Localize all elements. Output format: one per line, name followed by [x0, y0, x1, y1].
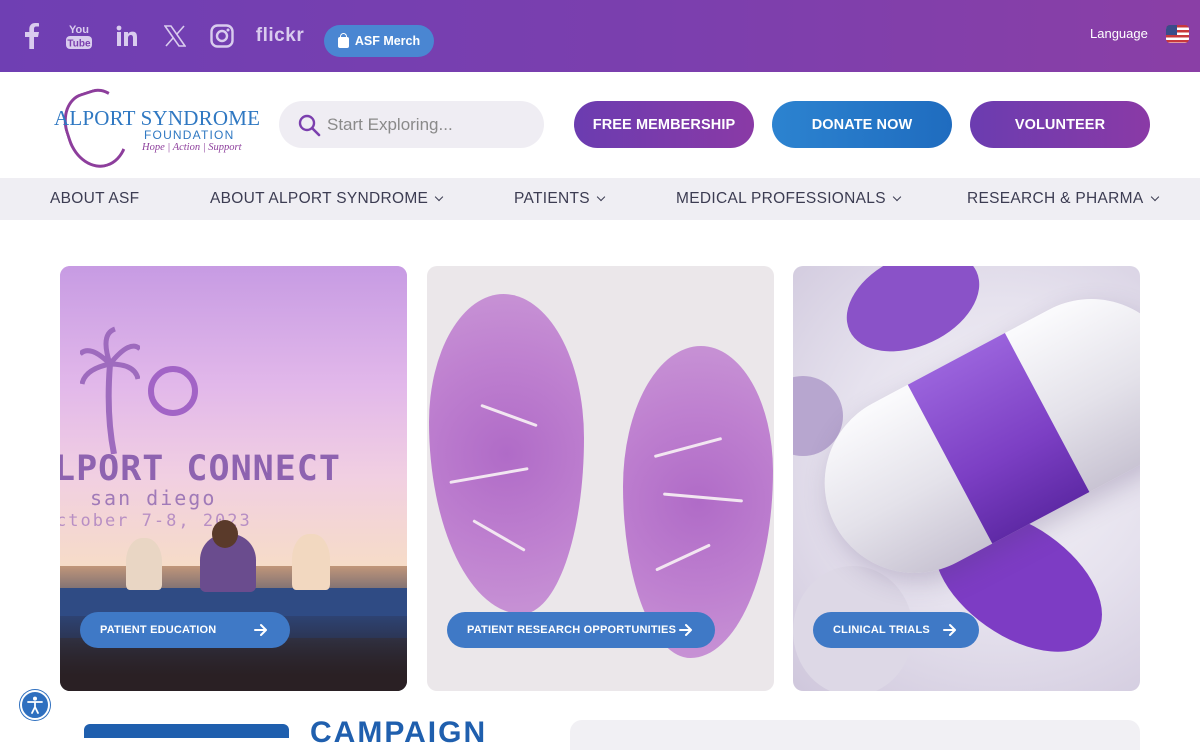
search-box[interactable]: [279, 101, 544, 148]
tissue-vein: [472, 519, 526, 552]
logo-letters-partial: [84, 724, 289, 738]
event-banner-title: LPORT CONNECT: [60, 449, 341, 489]
tissue-vein: [663, 492, 743, 503]
us-flag-icon[interactable]: [1166, 25, 1189, 43]
clinical-trials-button[interactable]: CLINICAL TRIALS: [813, 612, 979, 648]
logo-tagline: Hope | Action | Support: [142, 142, 242, 153]
event-banner-subtitle: san diego: [90, 486, 217, 510]
clinical-trials-label: CLINICAL TRIALS: [833, 624, 930, 636]
asf-logo[interactable]: ALPORT SYNDROME FOUNDATION Hope | Action…: [52, 82, 262, 176]
accessibility-icon: [27, 696, 43, 714]
sun-graphic: [148, 366, 198, 416]
logo-line2: FOUNDATION: [144, 128, 235, 142]
shopping-bag-icon: [337, 32, 349, 48]
tissue-vein: [655, 543, 711, 572]
nav-item-patients[interactable]: PATIENTS: [514, 178, 606, 220]
campaign-panel: [570, 720, 1140, 750]
flickr-link[interactable]: flickr: [256, 18, 304, 54]
accessibility-button[interactable]: [20, 690, 50, 720]
svg-text:Tube: Tube: [67, 39, 91, 50]
language-selector[interactable]: Language: [1090, 26, 1148, 41]
card-patient-education[interactable]: LPORT CONNECT san diego ctober 7-8, 2023…: [60, 266, 407, 691]
capsule-band: [907, 333, 1090, 544]
palm-tree-graphic: [80, 326, 140, 454]
nav-item-research-pharma[interactable]: RESEARCH & PHARMA: [967, 178, 1159, 220]
asf-merch-button[interactable]: ASF Merch: [324, 25, 434, 57]
arrow-right-icon: [254, 624, 267, 636]
patient-education-label: PATIENT EDUCATION: [100, 624, 217, 636]
asf-merch-label: ASF Merch: [354, 34, 421, 48]
nav-item-medical-professionals[interactable]: MEDICAL PROFESSIONALS: [676, 178, 902, 220]
nav-item-about-alport-syndrome[interactable]: ABOUT ALPORT SYNDROME: [210, 178, 444, 220]
free-membership-button[interactable]: FREE MEMBERSHIP: [574, 101, 754, 148]
x-icon[interactable]: [160, 18, 190, 54]
volunteer-button[interactable]: VOLUNTEER: [970, 101, 1150, 148]
chevron-down-icon: [892, 192, 902, 202]
nav-item-about-asf[interactable]: ABOUT ASF: [50, 178, 139, 220]
patient-research-label: PATIENT RESEARCH OPPORTUNITIES: [467, 624, 677, 636]
capsule-image: [793, 267, 1140, 605]
card-patient-research[interactable]: PATIENT RESEARCH OPPORTUNITIES: [427, 266, 774, 691]
nav-item-label: PATIENTS: [514, 190, 590, 207]
panelist: [126, 538, 162, 590]
asf-campaign-logo: [84, 718, 294, 748]
panelist-head: [212, 520, 238, 548]
main-nav: ABOUT ASF ABOUT ALPORT SYNDROME PATIENTS…: [0, 178, 1200, 220]
nav-item-label: RESEARCH & PHARMA: [967, 190, 1144, 207]
card-clinical-trials[interactable]: CLINICAL TRIALS: [793, 266, 1140, 691]
nav-item-label: MEDICAL PROFESSIONALS: [676, 190, 886, 207]
search-input[interactable]: [327, 109, 527, 140]
campaign-heading: CAMPAIGN: [310, 716, 488, 749]
search-icon: [298, 114, 321, 137]
facebook-icon[interactable]: [18, 18, 46, 54]
chevron-down-icon: [1150, 192, 1159, 202]
instagram-icon[interactable]: [206, 18, 238, 54]
arrow-right-icon: [943, 624, 956, 636]
nav-item-label: ABOUT ASF: [50, 190, 140, 207]
linkedin-icon[interactable]: [112, 18, 142, 54]
event-photo: LPORT CONNECT san diego ctober 7-8, 2023: [60, 266, 407, 566]
svg-text:You: You: [69, 24, 89, 36]
nav-item-label: ABOUT ALPORT SYNDROME: [210, 190, 429, 207]
patient-education-button[interactable]: PATIENT EDUCATION: [80, 612, 290, 648]
tissue-vein: [480, 403, 538, 428]
chevron-down-icon: [434, 192, 444, 202]
panelist: [292, 534, 330, 590]
tissue-vein: [653, 436, 723, 459]
chevron-down-icon: [596, 192, 606, 202]
donate-now-button[interactable]: DONATE NOW: [772, 101, 952, 148]
tissue-vein: [449, 467, 529, 484]
patient-research-opportunities-button[interactable]: PATIENT RESEARCH OPPORTUNITIES: [447, 612, 715, 648]
kidney-tissue-image: [429, 294, 584, 614]
arrow-right-icon: [679, 624, 692, 636]
top-bar: You Tube flickr ASF Merch Language: [0, 0, 1200, 72]
youtube-icon[interactable]: You Tube: [62, 18, 96, 54]
